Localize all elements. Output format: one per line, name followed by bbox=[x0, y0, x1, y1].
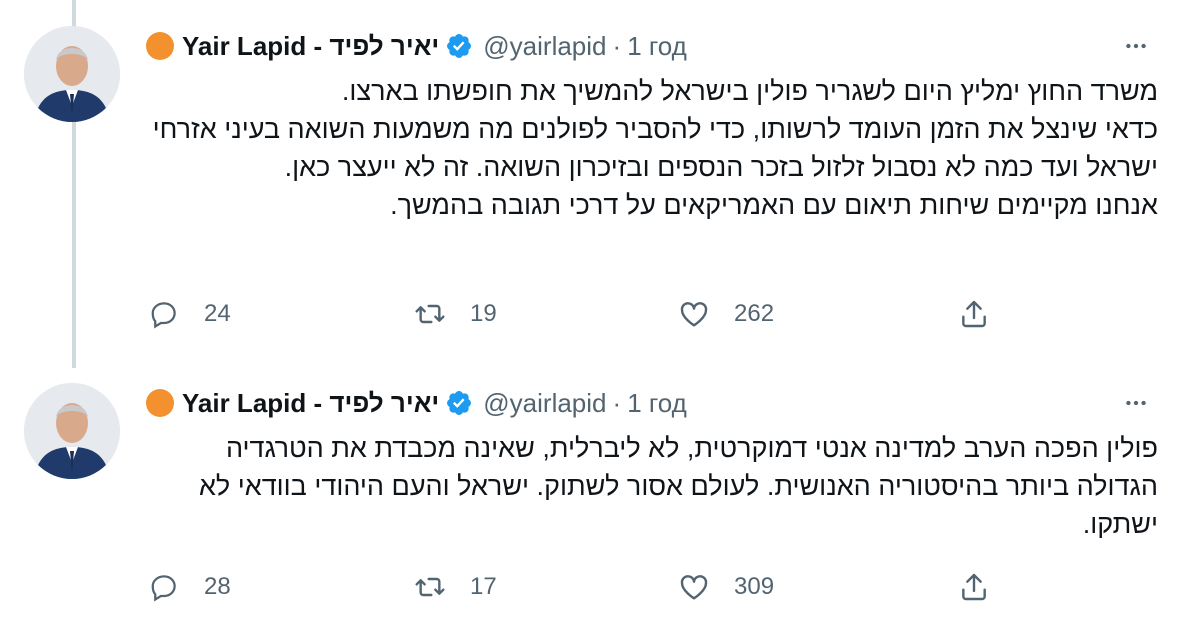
reply-button[interactable]: 24 bbox=[146, 296, 231, 332]
author-name[interactable]: Yair Lapid - יאיר לפיד bbox=[182, 388, 439, 419]
share-icon bbox=[956, 296, 992, 332]
verified-badge-icon bbox=[445, 32, 473, 60]
status-dot bbox=[146, 389, 174, 417]
retweet-count: 17 bbox=[470, 573, 497, 600]
author-name[interactable]: Yair Lapid - יאיר לפיד bbox=[182, 31, 439, 62]
tweet-actions: 24 19 262 bbox=[146, 294, 1006, 334]
more-options-button[interactable] bbox=[1116, 383, 1156, 423]
verified-badge-icon bbox=[445, 389, 473, 417]
avatar[interactable] bbox=[24, 26, 120, 122]
avatar-portrait-image bbox=[24, 383, 120, 479]
timestamp[interactable]: 1 год bbox=[627, 31, 687, 62]
retweet-icon bbox=[412, 569, 448, 605]
more-options-button[interactable] bbox=[1116, 26, 1156, 66]
timestamp[interactable]: 1 год bbox=[627, 388, 687, 419]
like-button[interactable]: 309 bbox=[676, 569, 774, 605]
share-icon bbox=[956, 569, 992, 605]
reply-button[interactable]: 28 bbox=[146, 569, 231, 605]
heart-icon bbox=[676, 296, 712, 332]
tweet-header: Yair Lapid - יאיר לפיד @yairlapid · 1 го… bbox=[146, 26, 687, 66]
tweet-actions: 28 17 309 bbox=[146, 567, 1006, 607]
retweet-button[interactable]: 17 bbox=[412, 569, 497, 605]
heart-icon bbox=[676, 569, 712, 605]
reply-icon bbox=[146, 569, 182, 605]
separator-dot: · bbox=[612, 30, 622, 61]
tweet[interactable]: Yair Lapid - יאיר לפיד @yairlapid · 1 го… bbox=[0, 368, 1188, 633]
more-horizontal-icon bbox=[1126, 43, 1146, 49]
tweet-header: Yair Lapid - יאיר לפיד @yairlapid · 1 го… bbox=[146, 383, 687, 423]
retweet-button[interactable]: 19 bbox=[412, 296, 497, 332]
separator-dot: · bbox=[612, 387, 622, 418]
share-button[interactable] bbox=[956, 569, 992, 605]
like-count: 309 bbox=[734, 573, 775, 600]
reply-count: 28 bbox=[204, 573, 231, 600]
status-dot bbox=[146, 32, 174, 60]
like-count: 262 bbox=[734, 300, 775, 327]
tweet-text: משרד החוץ ימליץ היום לשגריר פולין בישראל… bbox=[152, 76, 1158, 220]
retweet-count: 19 bbox=[470, 300, 497, 327]
reply-count: 24 bbox=[204, 300, 231, 327]
reply-icon bbox=[146, 296, 182, 332]
author-handle[interactable]: @yairlapid bbox=[483, 388, 606, 419]
tweet[interactable]: Yair Lapid - יאיר לפיד @yairlapid · 1 го… bbox=[0, 0, 1188, 368]
more-horizontal-icon bbox=[1126, 400, 1146, 406]
share-button[interactable] bbox=[956, 296, 992, 332]
avatar-portrait-image bbox=[24, 26, 120, 122]
like-button[interactable]: 262 bbox=[676, 296, 774, 332]
retweet-icon bbox=[412, 296, 448, 332]
tweet-text: פולין הפכה הערב למדינה אנטי דמוקרטית, לא… bbox=[198, 433, 1158, 539]
author-handle[interactable]: @yairlapid bbox=[483, 31, 606, 62]
avatar[interactable] bbox=[24, 383, 120, 479]
